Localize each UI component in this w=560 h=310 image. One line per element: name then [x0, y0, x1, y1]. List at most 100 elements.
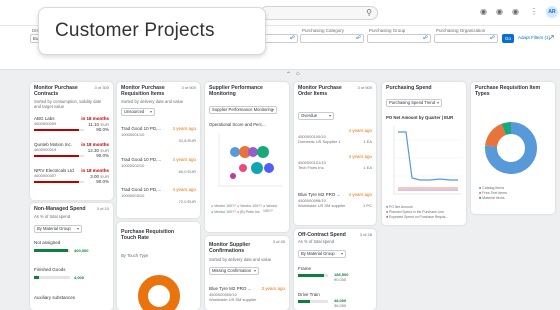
search-input[interactable]: ⚲ [260, 6, 378, 20]
list-item[interactable]: NPIV Electricals Ltd 4600000007 in 18 mo… [30, 168, 113, 192]
legend-entry: Expected Spend on Purchase Requis... [389, 215, 449, 219]
search-icon[interactable]: ⚲ [366, 8, 372, 17]
spend-bar [34, 276, 70, 279]
spend-value: 4,000 [74, 275, 85, 280]
card-supplier-confirmations[interactable]: Monitor Supplier Confirmations 3 of 45 S… [205, 236, 289, 310]
item-age: 4 years ago [172, 187, 196, 192]
spend-label: Finished Goods [34, 267, 66, 272]
item-id: 10000001/10 [121, 132, 145, 137]
item-name: Blue Tyre M2 PRO ... [209, 286, 252, 291]
card-requisition-item-types[interactable]: Purchase Requisition Item Types ■ Catalo… [471, 82, 555, 214]
bell-icon[interactable]: ◉ [480, 8, 487, 16]
value-help-icon[interactable]: ☍ [490, 35, 495, 42]
item-amount: 1 EA [363, 139, 372, 144]
list-item[interactable]: Qunteb Motion Inc. 4600000019 in 18 mont… [30, 142, 113, 166]
card-subtitle: By Touch Type [121, 253, 149, 258]
card-purchase-requisition-items[interactable]: Monitor Purchase Requisition Items 3 of … [117, 82, 200, 218]
confirmation-select[interactable]: Missing Confirmation ▾ [209, 267, 259, 275]
item-name: Trad Good 10 PD,... [121, 157, 162, 162]
item-id: 10000003/10 [121, 193, 145, 198]
card-non-managed-spend[interactable]: Non-Managed Spend 3 of 10 As % of total … [30, 203, 113, 310]
consumption-bar [34, 181, 84, 183]
bubble [248, 147, 258, 157]
legend-entry: Vendor 100?? [214, 204, 236, 208]
card-title: Purchase Requisition Item Types [475, 85, 541, 97]
list-item[interactable]: Trad Good 10 PD,... 10000001/10 4 years … [117, 126, 200, 150]
list-item[interactable]: 4 years ago 4500000100/10 Domestic US Su… [294, 128, 376, 152]
item-amount: 60,0 EUR [178, 169, 196, 174]
value-help-icon[interactable]: ☍ [423, 35, 428, 42]
item-amount: 1 EA [363, 165, 372, 170]
help-icon[interactable]: ◉ [496, 8, 503, 16]
list-item[interactable]: Blue Tyre M2 PRO ... 3 years ago 4500000… [205, 286, 289, 308]
value-help-icon[interactable]: ☍ [290, 35, 295, 42]
supplier-name: Worldwide US SM supplier [298, 203, 346, 208]
page-title: Customer Projects [55, 20, 215, 41]
status-select[interactable]: Unsourced ▾ [121, 108, 155, 116]
filter-label-purchasing-org: Purchasing Organization [436, 28, 486, 33]
card-purchasing-spend[interactable]: Purchasing Spend Purchasing Spend Trend ▾… [382, 82, 466, 225]
card-subtitle: As % of total spend [34, 214, 71, 219]
card-subtitle: Sorted by delivery date and value [209, 257, 272, 262]
chevron-down-icon: ▾ [253, 268, 256, 273]
validity: in 18 months [81, 116, 109, 121]
card-touch-rate[interactable]: Purchase Requisition Touch Rate By Touch… [117, 222, 200, 310]
validity: in 18 months [81, 142, 109, 147]
legend-entry: Free-Text items [482, 191, 507, 195]
item-age: 4 years ago [172, 157, 196, 162]
chart-title: PO Net Amount by Quarter | EUR [386, 115, 454, 120]
purchasing-org-field[interactable]: ☍ [434, 34, 498, 43]
material-group-select[interactable]: By Material Group ▾ [34, 225, 82, 233]
value-help-icon[interactable]: ☍ [356, 35, 361, 42]
contract-id: 4600000009 [34, 121, 57, 126]
item-name: Blue Tyre M2 PRO ... [298, 192, 341, 197]
pin-header-icon[interactable]: ⌂ [296, 71, 300, 77]
item-id: 10000002/10 [121, 163, 145, 168]
supplier-name: Domestic US Supplier 1 [298, 139, 341, 144]
card-off-contract-spend[interactable]: Off-Contract Spend 3 of 28 As % of total… [294, 229, 376, 310]
purchasing-category-field[interactable]: ☍ [300, 34, 364, 43]
list-item[interactable]: ABG Labs 4600000009 in 18 months 11.10 E… [30, 116, 113, 140]
series-po-net-amount [398, 131, 458, 181]
card-supplier-performance[interactable]: Supplier Performance Monitoring Supplier… [205, 82, 289, 232]
bubble-chart [218, 134, 283, 187]
card-title: Monitor Purchase Order Items [298, 85, 342, 97]
card-purchase-order-items[interactable]: Monitor Purchase Order Items 3 of 500 Ov… [294, 82, 376, 225]
percent: 90.0% [96, 153, 109, 158]
go-button[interactable]: Go [502, 34, 514, 43]
card-title: Supplier Performance Monitoring [209, 85, 263, 97]
card-title: Off-Contract Spend [298, 232, 346, 238]
view-select[interactable]: Purchasing Spend Trend ▾ [386, 99, 442, 107]
list-item[interactable]: Trad Good 10 PD,... 10000003/10 4 years … [117, 187, 200, 211]
legend-entry: Vendor 100?? [240, 204, 262, 208]
adapt-filters-link[interactable]: Adapt Filters (1) [518, 35, 550, 40]
grid-icon[interactable]: ⋮ [530, 8, 538, 16]
card-title: Non-Managed Spend [34, 206, 86, 212]
card-subtitle: As % of total spend [298, 239, 335, 244]
item-amount: 1 PC [363, 203, 372, 208]
material-group-select[interactable]: By Material Group ▾ [298, 250, 346, 258]
card-subtitle: Sorted by consumption, validity date and… [34, 99, 102, 109]
collapse-header-icon[interactable]: ⌃ [286, 71, 291, 78]
chevron-down-icon: ▾ [271, 107, 274, 112]
status-select[interactable]: Overdue ▾ [298, 112, 334, 120]
spend-extra: 36,000 [334, 303, 347, 308]
spend-value: 400,000 [74, 248, 89, 253]
item-types-donut [485, 122, 537, 174]
card-subtitle: Sorted by delivery date and value [121, 99, 184, 104]
filter-label-purchasing-group: Purchasing Group [369, 28, 406, 33]
purchasing-group-field[interactable]: ☍ [367, 34, 431, 43]
list-item[interactable]: Blue Tyre M2 PRO ... 4 years ago 4500000… [294, 192, 376, 216]
list-item[interactable]: 4 years ago 4500000101/10 Tech Fixes Inc… [294, 154, 376, 178]
settings-icon[interactable]: ◉ [512, 8, 519, 16]
spend-label: Auxiliary substances [34, 295, 76, 300]
bubble [251, 162, 263, 174]
contract-id: 4600000019 [34, 147, 57, 152]
avatar[interactable]: AR [546, 6, 558, 18]
item-age: 3 years ago [261, 286, 285, 291]
view-select[interactable]: Supplier Performance Monitoring ▾ [209, 106, 277, 114]
card-purchase-contracts[interactable]: Monitor Purchase Contracts 3 of 300 Sort… [30, 82, 113, 200]
item-age: 4 years ago [172, 126, 196, 131]
chevron-down-icon: ▾ [436, 100, 439, 105]
list-item[interactable]: Trad Good 10 PD,... 10000002/10 4 years … [117, 157, 200, 181]
